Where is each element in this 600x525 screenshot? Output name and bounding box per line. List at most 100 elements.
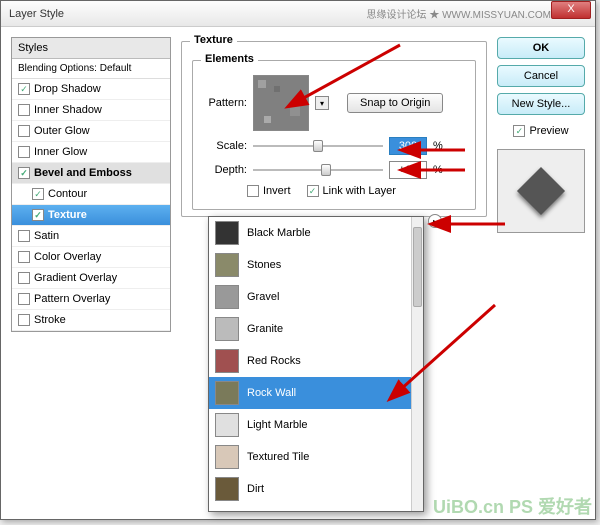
- pattern-item-label: Light Marble: [247, 419, 308, 431]
- dialog-title: Layer Style: [9, 8, 367, 20]
- sidebar-item-label: Pattern Overlay: [34, 293, 110, 305]
- pattern-swatch-icon: [215, 253, 239, 277]
- right-column: OK Cancel New Style... Preview: [497, 37, 585, 332]
- depth-label: Depth:: [203, 164, 247, 176]
- pattern-dropdown-icon[interactable]: ▾: [315, 96, 329, 110]
- checkbox[interactable]: [18, 230, 30, 242]
- pattern-item-textured-tile[interactable]: Textured Tile: [209, 441, 411, 473]
- preview-swatch: [497, 149, 585, 233]
- sidebar-item-label: Inner Shadow: [34, 104, 102, 116]
- invert-checkbox[interactable]: [247, 185, 259, 197]
- pattern-item-label: Black Marble: [247, 227, 311, 239]
- pattern-item-label: Granite: [247, 323, 283, 335]
- pattern-swatch-icon: [215, 221, 239, 245]
- watermark-bottom: UiBO.cn PS 爱好者: [433, 493, 592, 519]
- texture-legend: Texture: [190, 34, 237, 46]
- sidebar-item-color-overlay[interactable]: Color Overlay: [12, 247, 170, 268]
- sidebar-item-label: Contour: [48, 188, 87, 200]
- pattern-swatch-icon: [215, 349, 239, 373]
- sidebar-item-label: Gradient Overlay: [34, 272, 117, 284]
- ok-button[interactable]: OK: [497, 37, 585, 59]
- pattern-swatch[interactable]: [253, 75, 309, 131]
- sidebar-blending[interactable]: Blending Options: Default: [12, 59, 170, 79]
- scale-slider[interactable]: [253, 139, 383, 153]
- sidebar-header[interactable]: Styles: [12, 38, 170, 59]
- depth-pct: %: [433, 164, 443, 176]
- pattern-item-label: Rock Wall: [247, 387, 296, 399]
- checkbox[interactable]: [18, 293, 30, 305]
- sidebar-item-label: Bevel and Emboss: [34, 167, 132, 179]
- pattern-item-label: Gravel: [247, 291, 279, 303]
- titlebar[interactable]: Layer Style 思缘设计论坛 ★ WWW.MISSYUAN.COM X: [1, 1, 595, 27]
- elements-fieldset: Elements Pattern: ▾ Snap to Origin Scale…: [192, 60, 476, 210]
- pattern-swatch-icon: [215, 381, 239, 405]
- scale-value[interactable]: 300: [389, 137, 427, 155]
- pattern-item-label: Stones: [247, 259, 281, 271]
- pattern-swatch-icon: [215, 285, 239, 309]
- pattern-item-light-marble[interactable]: Light Marble: [209, 409, 411, 441]
- checkbox[interactable]: [18, 104, 30, 116]
- close-button[interactable]: X: [551, 1, 591, 19]
- pattern-item-red-rocks[interactable]: Red Rocks: [209, 345, 411, 377]
- snap-to-origin-button[interactable]: Snap to Origin: [347, 93, 443, 113]
- checkbox[interactable]: [32, 209, 44, 221]
- pattern-item-granite[interactable]: Granite: [209, 313, 411, 345]
- sidebar-item-label: Satin: [34, 230, 59, 242]
- pattern-swatch-icon: [215, 317, 239, 341]
- checkbox[interactable]: [18, 251, 30, 263]
- styles-sidebar: Styles Blending Options: Default Drop Sh…: [11, 37, 171, 332]
- preview-checkbox[interactable]: [513, 125, 525, 137]
- scale-pct: %: [433, 140, 443, 152]
- sidebar-item-stroke[interactable]: Stroke: [12, 310, 170, 331]
- scrollbar[interactable]: [411, 217, 423, 511]
- new-style-button[interactable]: New Style...: [497, 93, 585, 115]
- flyout-arrow-icon[interactable]: ▸: [428, 214, 442, 228]
- pattern-item-black-marble[interactable]: Black Marble: [209, 217, 411, 249]
- scale-label: Scale:: [203, 140, 247, 152]
- sidebar-item-pattern-overlay[interactable]: Pattern Overlay: [12, 289, 170, 310]
- pattern-item-label: Dirt: [247, 483, 264, 495]
- sidebar-item-bevel-and-emboss[interactable]: Bevel and Emboss: [12, 163, 170, 184]
- pattern-label: Pattern:: [203, 97, 247, 109]
- pattern-swatch-icon: [215, 477, 239, 501]
- sidebar-item-satin[interactable]: Satin: [12, 226, 170, 247]
- checkbox[interactable]: [32, 188, 44, 200]
- pattern-item-label: Red Rocks: [247, 355, 301, 367]
- sidebar-item-inner-shadow[interactable]: Inner Shadow: [12, 100, 170, 121]
- pattern-swatch-icon: [215, 413, 239, 437]
- pattern-item-gravel[interactable]: Gravel: [209, 281, 411, 313]
- sidebar-item-gradient-overlay[interactable]: Gradient Overlay: [12, 268, 170, 289]
- sidebar-item-texture[interactable]: Texture: [12, 205, 170, 226]
- pattern-item-rock-wall[interactable]: Rock Wall: [209, 377, 411, 409]
- pattern-swatch-icon: [215, 445, 239, 469]
- cancel-button[interactable]: Cancel: [497, 65, 585, 87]
- link-checkbox[interactable]: [307, 185, 319, 197]
- sidebar-item-label: Stroke: [34, 314, 66, 326]
- sidebar-item-label: Color Overlay: [34, 251, 101, 263]
- link-label: Link with Layer: [323, 185, 396, 197]
- preview-shape-icon: [517, 167, 565, 215]
- invert-label: Invert: [263, 185, 291, 197]
- sidebar-item-contour[interactable]: Contour: [12, 184, 170, 205]
- pattern-dropdown-list[interactable]: Black Marble Stones Gravel Granite Red Rocks…: [208, 216, 424, 512]
- checkbox[interactable]: [18, 83, 30, 95]
- elements-legend: Elements: [201, 53, 258, 65]
- sidebar-item-label: Drop Shadow: [34, 83, 101, 95]
- checkbox[interactable]: [18, 167, 30, 179]
- sidebar-item-outer-glow[interactable]: Outer Glow: [12, 121, 170, 142]
- pattern-item-label: Textured Tile: [247, 451, 309, 463]
- checkbox[interactable]: [18, 146, 30, 158]
- depth-slider[interactable]: [253, 163, 383, 177]
- sidebar-item-drop-shadow[interactable]: Drop Shadow: [12, 79, 170, 100]
- checkbox[interactable]: [18, 272, 30, 284]
- pattern-item-stones[interactable]: Stones: [209, 249, 411, 281]
- watermark-top: 思缘设计论坛 ★ WWW.MISSYUAN.COM: [367, 6, 551, 21]
- sidebar-item-label: Outer Glow: [34, 125, 90, 137]
- depth-value[interactable]: +10: [389, 161, 427, 179]
- sidebar-item-inner-glow[interactable]: Inner Glow: [12, 142, 170, 163]
- pattern-item-dirt[interactable]: Dirt: [209, 473, 411, 505]
- scrollbar-thumb[interactable]: [413, 227, 422, 307]
- checkbox[interactable]: [18, 125, 30, 137]
- sidebar-item-label: Inner Glow: [34, 146, 87, 158]
- checkbox[interactable]: [18, 314, 30, 326]
